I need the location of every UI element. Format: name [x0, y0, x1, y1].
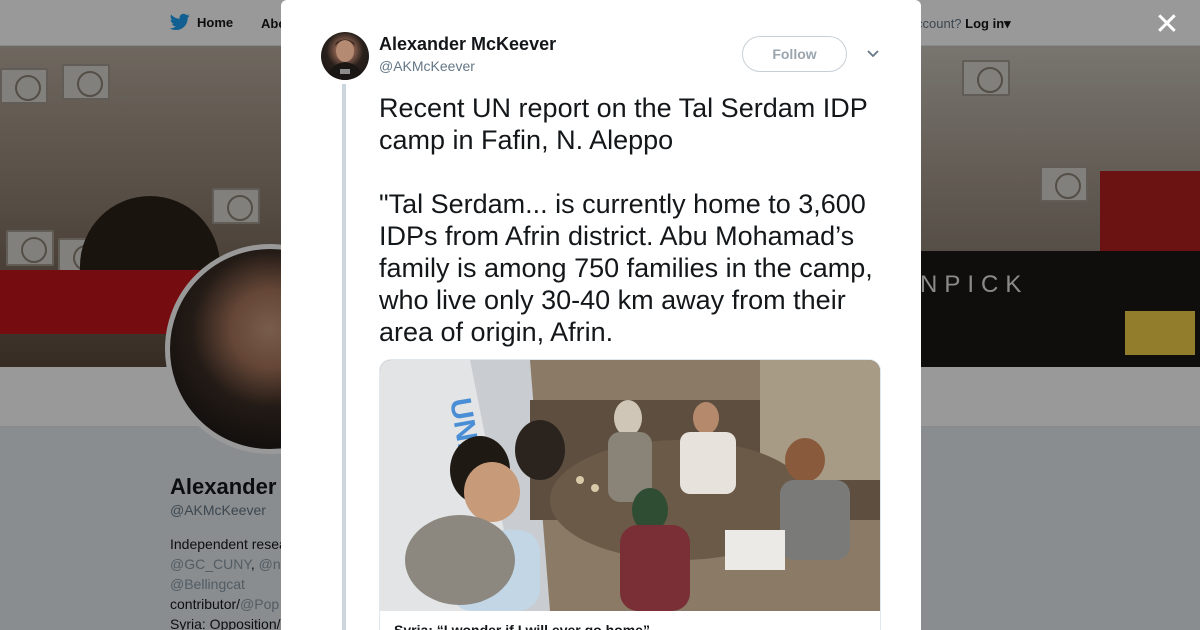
thread-connector-line [342, 84, 346, 630]
author-avatar[interactable] [321, 32, 369, 80]
link-card-image: UNH [380, 360, 880, 611]
tweet-modal: Alexander McKeever @AKMcKeever Follow Re… [281, 0, 921, 630]
follow-button[interactable]: Follow [742, 36, 847, 72]
chevron-down-icon[interactable] [865, 46, 881, 62]
camp-photo: UNH [380, 360, 880, 611]
tweet-text: Recent UN report on the Tal Serdam IDP c… [379, 93, 873, 347]
author-name[interactable]: Alexander McKeever [379, 34, 556, 55]
author-avatar-photo [327, 39, 363, 80]
close-icon[interactable]: ✕ [1152, 10, 1182, 40]
link-card-title: Syria: “I wonder if I will ever go home” [394, 622, 650, 630]
author-handle[interactable]: @AKMcKeever [379, 58, 475, 74]
link-card[interactable]: UNH Syria: “I wonder if I will ever go h… [379, 359, 881, 630]
